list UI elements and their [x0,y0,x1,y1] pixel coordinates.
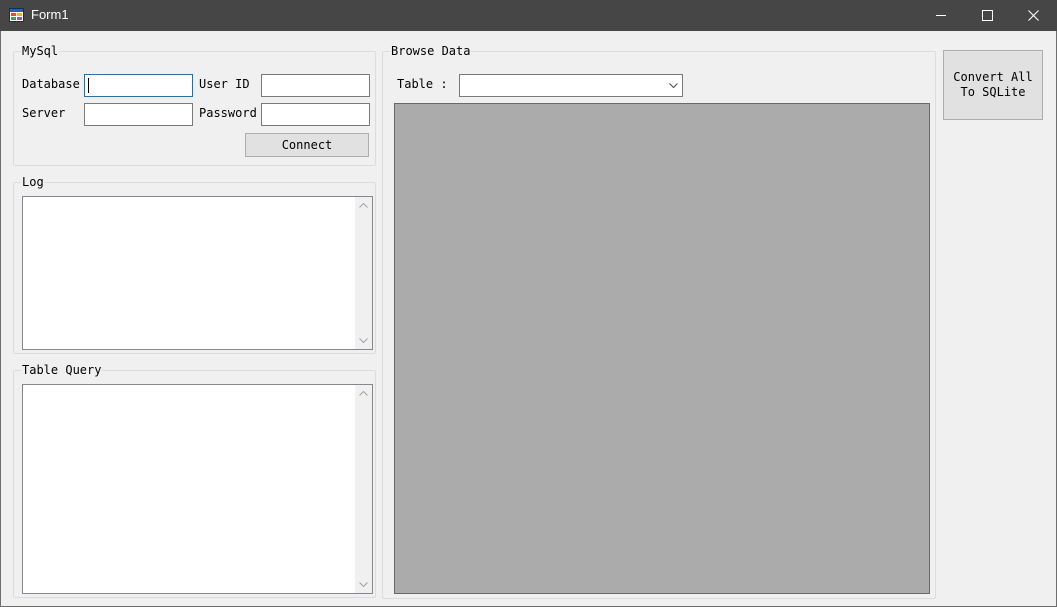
table-label: Table : [397,77,448,91]
password-input[interactable] [261,103,370,126]
table-query-textarea[interactable] [22,384,373,594]
log-textarea[interactable] [22,196,373,350]
userid-label: User ID [199,77,250,91]
maximize-icon [981,10,993,21]
close-icon [1027,10,1039,21]
server-label: Server [22,106,66,120]
text-caret [88,78,89,93]
chevron-up-icon[interactable] [355,197,372,214]
chevron-down-icon[interactable] [665,75,682,96]
database-input[interactable] [84,74,193,97]
minimize-button[interactable] [918,0,964,31]
convert-button-line2: To SQLite [960,85,1026,99]
convert-to-sqlite-button[interactable]: Convert All To SQLite [943,50,1043,120]
connect-button[interactable]: Connect [245,133,369,157]
title-bar[interactable]: Form1 [0,0,1057,31]
browse-data-group-label: Browse Data [390,44,472,58]
chevron-down-icon[interactable] [355,576,372,593]
data-grid[interactable] [394,103,930,594]
convert-button-line1: Convert All [953,70,1033,84]
log-group-label: Log [21,175,45,189]
log-vertical-scrollbar[interactable] [355,197,372,349]
table-query-group-label: Table Query [21,363,103,377]
server-input[interactable] [84,103,193,126]
window-frame-left [0,31,1,607]
table-query-vertical-scrollbar[interactable] [355,385,372,593]
form-app-icon [9,8,24,22]
chevron-down-icon[interactable] [355,332,372,349]
close-button[interactable] [1010,0,1056,31]
password-label: Password [199,106,257,120]
minimize-icon [935,10,947,21]
mysql-group-label: MySql [21,44,60,58]
maximize-button[interactable] [964,0,1010,31]
table-select[interactable] [459,74,683,97]
connect-button-label: Connect [281,137,333,152]
userid-input[interactable] [261,74,370,97]
chevron-up-icon[interactable] [355,385,372,402]
database-label: Database [22,77,80,91]
window-title: Form1 [31,7,69,22]
